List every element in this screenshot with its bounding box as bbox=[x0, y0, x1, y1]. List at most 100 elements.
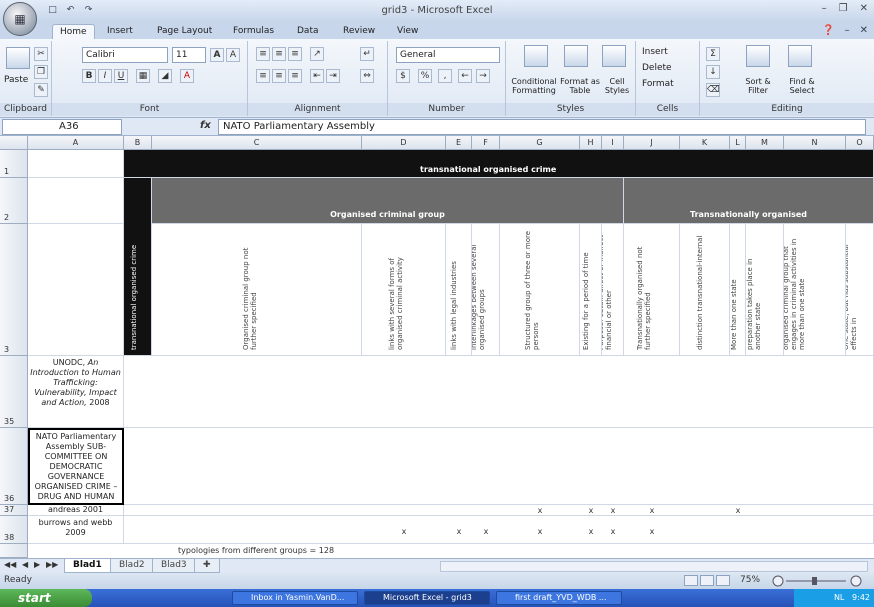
align-bottom-icon[interactable]: ≡ bbox=[288, 47, 302, 61]
column-header[interactable]: H bbox=[580, 136, 602, 150]
align-top-icon[interactable]: ≡ bbox=[256, 47, 270, 61]
align-right-icon[interactable]: ≡ bbox=[288, 69, 302, 83]
col-n-header-cell[interactable]: One state, but involves an organised cri… bbox=[784, 224, 846, 356]
name-box[interactable]: A36 bbox=[2, 119, 122, 135]
conditional-formatting-button[interactable]: Conditional Formatting bbox=[508, 77, 560, 95]
align-middle-icon[interactable]: ≡ bbox=[272, 47, 286, 61]
column-header[interactable]: C bbox=[152, 136, 362, 150]
formula-input[interactable]: NATO Parliamentary Assembly bbox=[218, 119, 866, 135]
worksheet-grid[interactable]: A B C D E F G H I J K L M N O 1 2 3 35 3… bbox=[0, 136, 874, 558]
row-header[interactable]: 35 bbox=[0, 356, 28, 428]
conditional-formatting-icon[interactable] bbox=[524, 45, 548, 67]
column-header[interactable]: D bbox=[362, 136, 446, 150]
border-icon[interactable]: ▦ bbox=[136, 69, 150, 83]
cell-styles-button[interactable]: Cell Styles bbox=[602, 77, 632, 95]
restore-icon[interactable]: ❐ bbox=[839, 3, 848, 14]
sheet-tab-blad3[interactable]: Blad3 bbox=[152, 559, 196, 573]
task-excel[interactable]: Microsoft Excel - grid3 bbox=[364, 591, 490, 605]
col-f-header-cell[interactable]: interlinkages between several organised … bbox=[472, 224, 500, 356]
task-word[interactable]: first draft_YVD_WDB ... bbox=[496, 591, 622, 605]
increase-indent-icon[interactable]: ⇥ bbox=[326, 69, 340, 83]
tab-page-layout[interactable]: Page Layout bbox=[150, 24, 219, 39]
sheet-prev-icon[interactable]: ◀ bbox=[22, 560, 28, 569]
col-o-header-cell[interactable]: One state, but has substantial effects i… bbox=[846, 224, 874, 356]
row-header[interactable]: 36 bbox=[0, 428, 28, 505]
tab-data[interactable]: Data bbox=[290, 24, 326, 39]
header-b-band[interactable] bbox=[124, 178, 152, 356]
decrease-indent-icon[interactable]: ⇤ bbox=[310, 69, 324, 83]
delete-cells-button[interactable]: Delete bbox=[642, 63, 672, 73]
sheet-last-icon[interactable]: ▶▶ bbox=[46, 560, 58, 569]
insert-sheet-icon[interactable]: ✚ bbox=[194, 559, 220, 573]
sheet-tab-blad2[interactable]: Blad2 bbox=[110, 559, 154, 573]
tab-view[interactable]: View bbox=[390, 24, 425, 39]
clear-icon[interactable]: ⌫ bbox=[706, 83, 720, 97]
row-35-data[interactable] bbox=[124, 356, 874, 428]
comma-icon[interactable]: , bbox=[438, 69, 452, 83]
sheet-first-icon[interactable]: ◀◀ bbox=[4, 560, 16, 569]
column-header[interactable]: A bbox=[28, 136, 124, 150]
col-e-header-cell[interactable]: links with legal industries bbox=[446, 224, 472, 356]
column-header[interactable]: N bbox=[784, 136, 846, 150]
italic-icon[interactable]: I bbox=[98, 69, 112, 83]
find-select-icon[interactable] bbox=[788, 45, 812, 67]
align-center-icon[interactable]: ≡ bbox=[272, 69, 286, 83]
row-header[interactable]: 38 bbox=[0, 516, 28, 544]
sheet-next-icon[interactable]: ▶ bbox=[34, 560, 40, 569]
merge-center-icon[interactable]: ⇔ bbox=[360, 69, 374, 83]
ribbon-minimize-icon[interactable]: – bbox=[845, 25, 850, 36]
format-as-table-icon[interactable] bbox=[564, 45, 588, 67]
column-header[interactable]: B bbox=[124, 136, 152, 150]
row-36-data[interactable] bbox=[124, 428, 874, 505]
column-header[interactable]: F bbox=[472, 136, 500, 150]
col-d-header-cell[interactable]: links with several forms of organised cr… bbox=[362, 224, 446, 356]
number-format-select[interactable]: General bbox=[396, 47, 500, 63]
font-color-icon[interactable]: A bbox=[180, 69, 194, 83]
format-cells-button[interactable]: Format bbox=[642, 79, 674, 89]
start-button[interactable]: start bbox=[0, 589, 92, 607]
normal-view-icon[interactable] bbox=[684, 575, 698, 586]
col-h-header-cell[interactable]: Existing for a period of time bbox=[580, 224, 602, 356]
col-m-header-cell[interactable]: One state, but substantial part of prepa… bbox=[746, 224, 784, 356]
office-button[interactable]: ▦ bbox=[3, 2, 37, 36]
percent-icon[interactable]: % bbox=[418, 69, 432, 83]
row-header[interactable]: 1 bbox=[0, 150, 28, 178]
cut-icon[interactable]: ✂ bbox=[34, 47, 48, 61]
cell[interactable] bbox=[28, 224, 124, 356]
source-cell-burrows[interactable]: burrows and webb 2009 bbox=[28, 516, 124, 544]
zoom-slider[interactable] bbox=[772, 575, 862, 587]
source-cell-andreas[interactable]: andreas 2001 bbox=[28, 505, 124, 516]
sort-filter-button[interactable]: Sort & Filter bbox=[736, 77, 780, 95]
bold-icon[interactable]: B bbox=[82, 69, 96, 83]
page-break-view-icon[interactable] bbox=[716, 575, 730, 586]
tab-review[interactable]: Review bbox=[336, 24, 382, 39]
tab-formulas[interactable]: Formulas bbox=[226, 24, 281, 39]
cell[interactable] bbox=[28, 178, 124, 224]
row-37-data[interactable] bbox=[124, 505, 874, 516]
underline-icon[interactable]: U bbox=[114, 69, 128, 83]
wrap-text-icon[interactable]: ↵ bbox=[360, 47, 374, 61]
font-name-select[interactable]: Calibri bbox=[82, 47, 168, 63]
minimize-icon[interactable]: – bbox=[822, 3, 827, 14]
decrease-decimal-icon[interactable]: → bbox=[476, 69, 490, 83]
paste-icon[interactable] bbox=[6, 47, 30, 69]
autosum-icon[interactable]: Σ bbox=[706, 47, 720, 61]
column-header[interactable]: M bbox=[746, 136, 784, 150]
source-cell-unodc[interactable]: UNODC, An Introduction to Human Traffick… bbox=[28, 356, 124, 428]
paste-button[interactable]: Paste bbox=[4, 75, 28, 85]
column-header[interactable]: K bbox=[680, 136, 730, 150]
font-size-select[interactable]: 11 bbox=[172, 47, 206, 63]
col-l-header-cell[interactable]: More than one state bbox=[730, 224, 746, 356]
col-i-header-cell[interactable]: Purpose: obtain direct or indirect finan… bbox=[602, 224, 624, 356]
language-indicator[interactable]: NL bbox=[834, 593, 844, 602]
page-layout-view-icon[interactable] bbox=[700, 575, 714, 586]
ribbon-close-icon[interactable]: ✕ bbox=[860, 25, 868, 36]
row-header[interactable]: 3 bbox=[0, 224, 28, 356]
tab-insert[interactable]: Insert bbox=[100, 24, 140, 39]
sort-filter-icon[interactable] bbox=[746, 45, 770, 67]
fill-icon[interactable]: ↓ bbox=[706, 65, 720, 79]
format-as-table-button[interactable]: Format as Table bbox=[560, 77, 600, 95]
help-icon[interactable]: ❓ bbox=[822, 25, 834, 36]
column-header[interactable]: J bbox=[624, 136, 680, 150]
tab-home[interactable]: Home bbox=[52, 24, 95, 39]
